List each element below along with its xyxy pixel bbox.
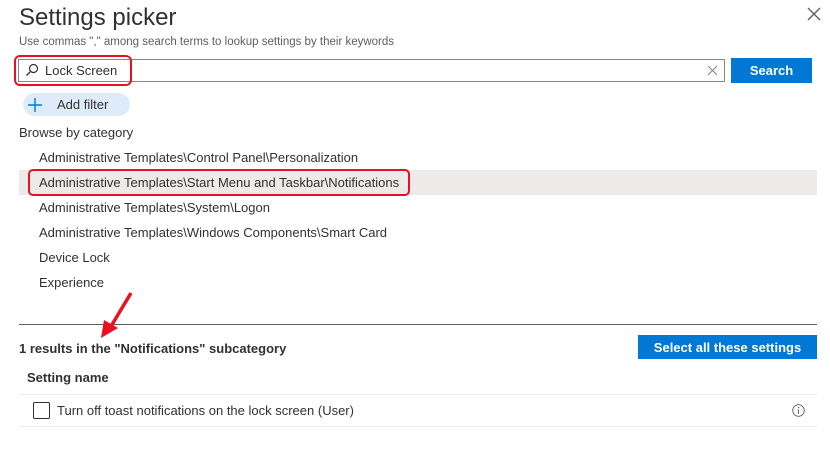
search-icon xyxy=(26,63,39,76)
table-row[interactable]: Turn off toast notifications on the lock… xyxy=(19,395,817,426)
setting-name: Turn off toast notifications on the lock… xyxy=(57,403,354,418)
add-filter-button[interactable]: Add filter xyxy=(23,93,130,116)
category-list: Administrative Templates\Control Panel\P… xyxy=(19,145,817,295)
category-item[interactable]: Experience xyxy=(19,270,817,295)
red-arrow-annotation xyxy=(101,292,133,338)
search-box[interactable] xyxy=(18,59,725,82)
row-divider xyxy=(19,426,817,427)
select-all-settings-button[interactable]: Select all these settings xyxy=(638,335,817,359)
category-item-selected[interactable]: Administrative Templates\Start Menu and … xyxy=(19,170,817,195)
results-summary: 1 results in the "Notifications" subcate… xyxy=(19,341,287,356)
page-title: Settings picker xyxy=(19,4,177,31)
page-subtitle: Use commas "," among search terms to loo… xyxy=(19,36,395,48)
category-item[interactable]: Device Lock xyxy=(19,245,817,270)
plus-icon xyxy=(28,97,42,112)
category-item[interactable]: Administrative Templates\Windows Compone… xyxy=(19,220,817,245)
add-filter-label: Add filter xyxy=(57,97,109,112)
clear-icon[interactable] xyxy=(707,65,718,76)
setting-name-column-header[interactable]: Setting name xyxy=(27,370,109,385)
search-input[interactable] xyxy=(45,60,695,81)
category-item[interactable]: Administrative Templates\System\Logon xyxy=(19,195,817,220)
close-icon[interactable] xyxy=(806,6,822,22)
setting-checkbox[interactable] xyxy=(33,402,50,419)
category-item[interactable]: Administrative Templates\Control Panel\P… xyxy=(19,145,817,170)
browse-by-category-label: Browse by category xyxy=(19,125,134,140)
search-button[interactable]: Search xyxy=(731,58,812,83)
info-icon[interactable] xyxy=(792,404,805,417)
divider xyxy=(19,324,817,325)
